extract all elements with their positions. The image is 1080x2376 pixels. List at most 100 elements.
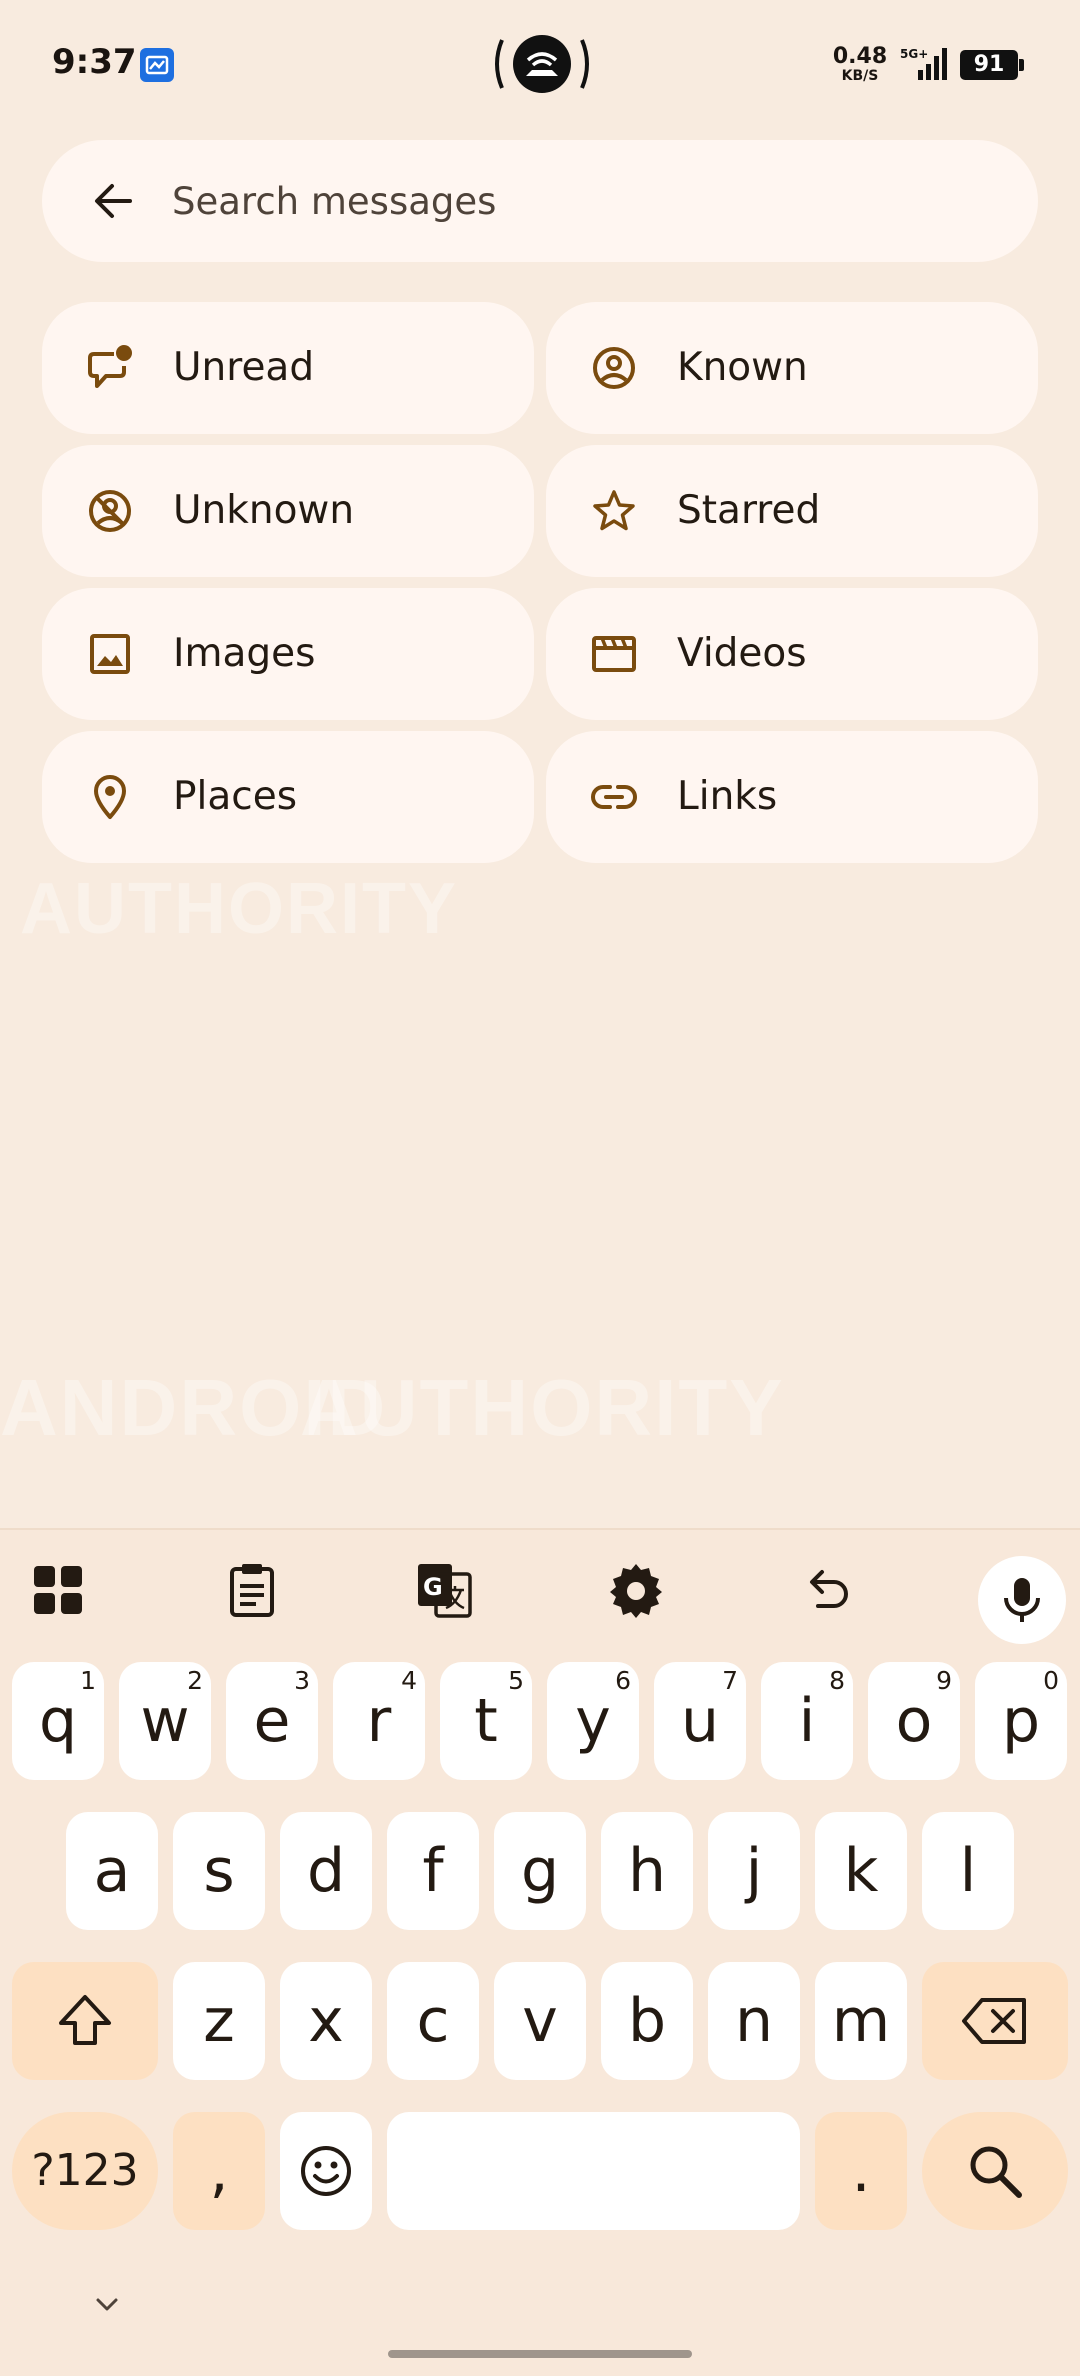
watermark-text: AUTHORITY <box>300 1363 785 1452</box>
key-k[interactable]: k <box>815 1812 907 1930</box>
keyboard-collapse-chevron-icon[interactable] <box>90 2288 124 2322</box>
filter-unread-label: Unread <box>173 345 315 390</box>
search-input[interactable] <box>172 164 1012 238</box>
filter-links-label: Links <box>677 774 778 819</box>
microphone-icon <box>1004 1578 1040 1622</box>
filter-places-label: Places <box>173 774 298 819</box>
image-icon <box>84 628 136 680</box>
key-hint: 9 <box>936 1666 952 1695</box>
comma-key[interactable]: , <box>173 2112 265 2230</box>
unknown-contact-icon <box>84 485 136 537</box>
key-v[interactable]: v <box>494 1962 586 2080</box>
svg-text:G: G <box>423 1573 443 1601</box>
voice-input-button[interactable] <box>978 1556 1066 1644</box>
watermark-text: AUTHORITY <box>20 869 458 949</box>
key-z[interactable]: z <box>173 1962 265 2080</box>
key-char: e <box>253 1686 291 1756</box>
key-char: i <box>798 1686 816 1756</box>
search-key[interactable] <box>922 2112 1068 2230</box>
key-w[interactable]: w2 <box>119 1662 211 1780</box>
keyboard-toolbar: G <box>0 1530 1080 1646</box>
battery-icon: 91 <box>960 50 1024 80</box>
shift-key[interactable] <box>12 1962 158 2080</box>
video-icon <box>588 628 640 680</box>
key-g[interactable]: g <box>494 1812 586 1930</box>
filter-places[interactable]: Places <box>42 731 534 863</box>
key-n[interactable]: n <box>708 1962 800 2080</box>
key-u[interactable]: u7 <box>654 1662 746 1780</box>
apps-grid-icon[interactable] <box>28 1560 88 1620</box>
translate-icon[interactable]: G <box>414 1560 474 1620</box>
star-icon <box>588 485 640 537</box>
period-key[interactable]: . <box>815 2112 907 2230</box>
key-h[interactable]: h <box>601 1812 693 1930</box>
network-speed-unit: KB/S <box>841 68 879 84</box>
notification-app-icon <box>140 48 174 82</box>
emoji-key[interactable] <box>280 2112 372 2230</box>
key-char: p <box>1001 1686 1041 1756</box>
network-speed: 0.48 KB/S <box>832 44 888 84</box>
network-speed-value: 0.48 <box>832 44 888 69</box>
key-i[interactable]: i8 <box>761 1662 853 1780</box>
key-s[interactable]: s <box>173 1812 265 1930</box>
key-l[interactable]: l <box>922 1812 1014 1930</box>
key-r[interactable]: r4 <box>333 1662 425 1780</box>
key-d[interactable]: d <box>280 1812 372 1930</box>
key-hint: 2 <box>187 1666 203 1695</box>
key-hint: 1 <box>80 1666 96 1695</box>
filter-videos-label: Videos <box>677 631 807 676</box>
key-q[interactable]: q1 <box>12 1662 104 1780</box>
filter-known[interactable]: Known <box>546 302 1038 434</box>
filter-images[interactable]: Images <box>42 588 534 720</box>
search-bar <box>42 140 1038 262</box>
key-hint: 7 <box>722 1666 738 1695</box>
settings-gear-icon[interactable] <box>606 1560 666 1620</box>
key-hint: 0 <box>1043 1666 1059 1695</box>
key-hint: 3 <box>294 1666 310 1695</box>
key-char: w <box>140 1686 190 1756</box>
key-char: q <box>38 1686 78 1756</box>
back-arrow-icon[interactable] <box>88 176 138 226</box>
filter-unread[interactable]: Unread <box>42 302 534 434</box>
key-c[interactable]: c <box>387 1962 479 2080</box>
home-indicator[interactable] <box>388 2350 692 2358</box>
filter-videos[interactable]: Videos <box>546 588 1038 720</box>
key-e[interactable]: e3 <box>226 1662 318 1780</box>
key-m[interactable]: m <box>815 1962 907 2080</box>
key-char: o <box>895 1686 933 1756</box>
network-type-label: 5G+ <box>900 47 928 61</box>
filter-links[interactable]: Links <box>546 731 1038 863</box>
key-char: u <box>680 1686 720 1756</box>
space-key[interactable] <box>387 2112 800 2230</box>
filter-starred[interactable]: Starred <box>546 445 1038 577</box>
status-bar: 9:37 0.48 KB/S 5G+ 91 <box>0 0 1080 130</box>
key-hint: 8 <box>829 1666 845 1695</box>
clipboard-icon[interactable] <box>222 1560 282 1620</box>
unread-chat-icon <box>84 342 136 394</box>
key-hint: 4 <box>401 1666 417 1695</box>
key-o[interactable]: o9 <box>868 1662 960 1780</box>
key-char: t <box>474 1686 498 1756</box>
keyboard: G q1 w2 e3 r4 t5 y6 u7 i8 o9 p0 a s d f … <box>0 1528 1080 2376</box>
emoji-smiley-icon <box>301 2146 351 2196</box>
filter-unknown-label: Unknown <box>173 488 355 533</box>
status-time: 9:37 <box>52 42 137 82</box>
key-x[interactable]: x <box>280 1962 372 2080</box>
filter-unknown[interactable]: Unknown <box>42 445 534 577</box>
backspace-icon <box>962 1998 1026 2044</box>
key-j[interactable]: j <box>708 1812 800 1930</box>
link-icon <box>588 771 640 823</box>
key-f[interactable]: f <box>387 1812 479 1930</box>
key-a[interactable]: a <box>66 1812 158 1930</box>
undo-icon[interactable] <box>798 1560 858 1620</box>
key-y[interactable]: y6 <box>547 1662 639 1780</box>
symbols-key[interactable]: ?123 <box>12 2112 158 2230</box>
known-contact-icon <box>588 342 640 394</box>
key-b[interactable]: b <box>601 1962 693 2080</box>
backspace-key[interactable] <box>922 1962 1068 2080</box>
key-t[interactable]: t5 <box>440 1662 532 1780</box>
filter-starred-label: Starred <box>677 488 821 533</box>
hotspot-icon <box>492 32 592 96</box>
shift-arrow-icon <box>59 1995 111 2045</box>
key-p[interactable]: p0 <box>975 1662 1067 1780</box>
